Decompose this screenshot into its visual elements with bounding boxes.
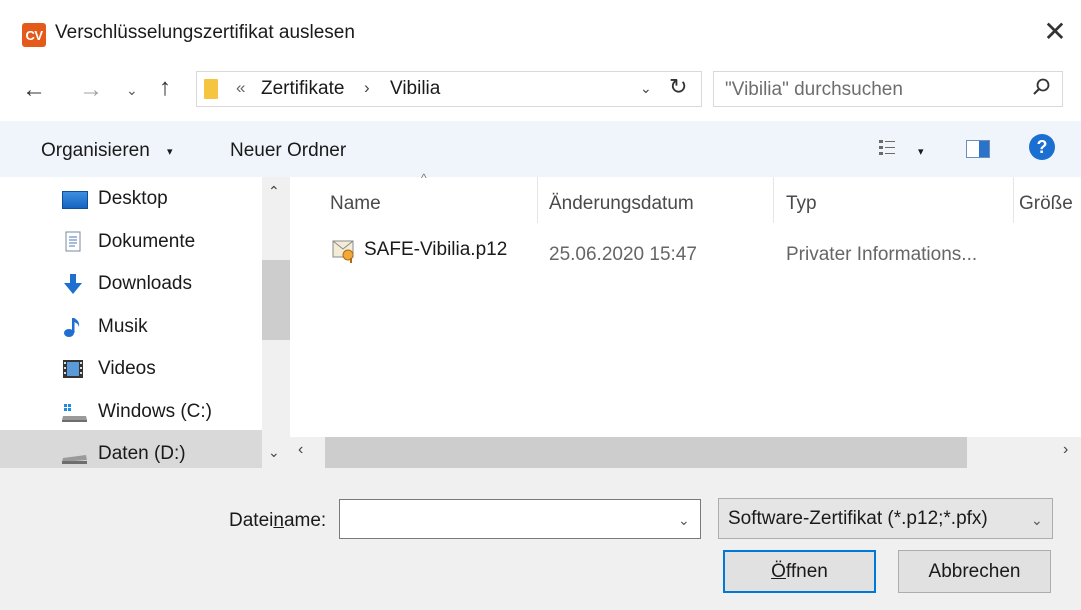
chevron-down-icon[interactable]: ▾ [167, 145, 173, 158]
forward-arrow-icon[interactable]: → [79, 76, 103, 104]
organize-button[interactable]: Organisieren [41, 140, 150, 162]
help-icon[interactable]: ? [1029, 134, 1055, 160]
column-divider[interactable] [537, 177, 538, 223]
videos-icon [62, 358, 88, 380]
filename-input[interactable] [339, 499, 701, 539]
close-icon[interactable]: ✕ [1040, 17, 1070, 47]
column-header-name[interactable]: Name [330, 193, 381, 215]
scroll-up-icon[interactable]: ⌃ [268, 183, 280, 200]
sidebar-item-label: Daten (D:) [98, 443, 186, 464]
up-arrow-icon[interactable]: ↑ [159, 74, 171, 102]
file-type-filter-value: Software-Zertifikat (*.p12;*.pfx) [728, 508, 988, 529]
breadcrumb-vibilia[interactable]: Vibilia [390, 78, 440, 100]
desktop-icon [62, 191, 88, 209]
recent-locations-chevron-icon[interactable]: ⌄ [126, 82, 138, 99]
sidebar-item-label: Downloads [98, 273, 192, 294]
sidebar-item-windows-c[interactable]: Windows (C:) [62, 397, 212, 427]
back-arrow-icon[interactable]: ← [22, 76, 46, 104]
filter-dropdown-icon[interactable]: ⌄ [1031, 512, 1043, 529]
window-title: Verschlüsselungszertifikat auslesen [55, 22, 355, 43]
sidebar-item-label: Windows (C:) [98, 401, 213, 422]
documents-icon [62, 231, 88, 253]
column-header-date[interactable]: Änderungsdatum [549, 193, 694, 215]
address-dropdown-icon[interactable]: ⌄ [640, 80, 652, 97]
search-placeholder: "Vibilia" durchsuchen [725, 79, 903, 100]
file-name[interactable]: SAFE-Vibilia.p12 [364, 239, 507, 261]
scroll-right-icon[interactable]: › [1063, 441, 1068, 459]
music-icon [62, 316, 88, 338]
drive-d-icon [62, 443, 88, 465]
filename-label: Dateiname: [229, 510, 327, 531]
app-logo-icon: CV [22, 23, 46, 47]
downloads-icon [62, 273, 88, 295]
sidebar-item-videos[interactable]: Videos [62, 354, 156, 384]
sidebar-item-musik[interactable]: Musik [62, 312, 148, 342]
breadcrumb-zertifikate[interactable]: Zertifikate [261, 78, 344, 100]
search-icon[interactable] [1032, 77, 1052, 102]
new-folder-button[interactable]: Neuer Ordner [230, 140, 346, 162]
sort-ascending-icon: ^ [421, 171, 427, 185]
view-options-icon[interactable] [878, 138, 898, 158]
sidebar-item-downloads[interactable]: Downloads [62, 269, 192, 299]
folder-icon [204, 79, 218, 99]
file-type: Privater Informations... [786, 244, 978, 265]
scroll-down-icon[interactable]: ⌄ [268, 444, 280, 461]
files-scroll-thumb[interactable] [325, 437, 967, 468]
table-row[interactable]: SAFE-Vibilia.p12 [330, 236, 507, 264]
breadcrumb-separator-icon[interactable]: › [364, 78, 370, 98]
sidebar-item-desktop[interactable]: Desktop [62, 184, 168, 214]
sidebar-item-dokumente[interactable]: Dokumente [62, 227, 195, 257]
file-date: 25.06.2020 15:47 [549, 244, 697, 265]
sidebar-scroll-thumb[interactable] [262, 260, 290, 340]
path-overflow-icon[interactable]: « [236, 78, 245, 98]
sidebar-item-label: Desktop [98, 188, 168, 209]
view-chevron-down-icon[interactable]: ▾ [918, 145, 924, 158]
sidebar-item-label: Musik [98, 316, 148, 337]
cancel-button[interactable]: Abbrechen [898, 550, 1051, 593]
column-divider[interactable] [773, 177, 774, 223]
column-divider[interactable] [1013, 177, 1014, 223]
column-header-size[interactable]: Größe [1019, 193, 1073, 215]
preview-pane-icon[interactable] [966, 140, 990, 158]
column-header-type[interactable]: Typ [786, 193, 817, 215]
filename-dropdown-icon[interactable]: ⌄ [678, 512, 690, 529]
certificate-file-icon [330, 236, 358, 264]
sidebar-item-label: Videos [98, 358, 156, 379]
sidebar-item-daten-d[interactable]: Daten (D:) [62, 439, 186, 469]
sidebar-item-label: Dokumente [98, 231, 196, 252]
refresh-icon[interactable]: ↻ [669, 74, 687, 100]
scroll-left-icon[interactable]: ‹ [298, 441, 303, 459]
open-button[interactable]: Öffnen [723, 550, 876, 593]
drive-c-icon [62, 401, 88, 423]
